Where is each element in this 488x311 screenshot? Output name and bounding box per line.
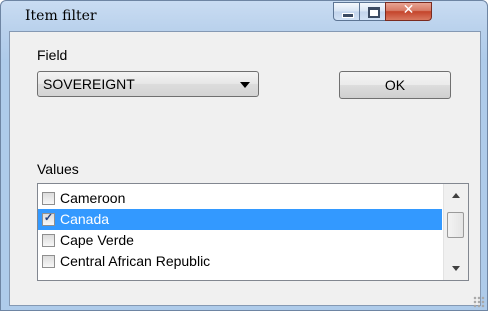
checkbox[interactable] xyxy=(42,234,55,247)
list-item[interactable]: Central African Republic xyxy=(38,251,442,272)
values-listbox[interactable]: Cameroon ✓ Canada Cape Verde Central Afr… xyxy=(37,183,469,281)
scroll-up-icon[interactable] xyxy=(452,193,460,198)
scrollbar-thumb[interactable] xyxy=(447,212,464,238)
field-dropdown[interactable]: SOVEREIGNT xyxy=(37,71,259,97)
list-item[interactable]: Cape Verde xyxy=(38,230,442,251)
list-item-label: Central African Republic xyxy=(60,253,211,269)
chevron-down-icon xyxy=(240,82,250,88)
values-label: Values xyxy=(37,161,79,177)
maximize-icon xyxy=(368,7,380,18)
window-title: Item filter xyxy=(25,8,97,24)
checkbox[interactable] xyxy=(42,255,55,268)
close-button[interactable]: ✕ xyxy=(385,2,432,21)
list-item-label: Canada xyxy=(60,211,110,227)
list-item[interactable]: ✓ Canada xyxy=(38,209,442,230)
list-item[interactable]: Cameroon xyxy=(38,188,442,209)
resize-grip[interactable] xyxy=(473,296,485,308)
field-label: Field xyxy=(37,47,68,63)
checkmark-icon: ✓ xyxy=(43,212,54,224)
list-item-label: Cape Verde xyxy=(60,232,134,248)
maximize-button[interactable] xyxy=(359,2,386,21)
close-icon: ✕ xyxy=(402,2,415,18)
field-dropdown-value: SOVEREIGNT xyxy=(43,76,135,92)
title-bar[interactable]: Item filter ✕ xyxy=(1,1,487,31)
item-filter-dialog: Item filter ✕ Field SOVEREIGNT OK Values… xyxy=(0,0,488,311)
scroll-down-icon[interactable] xyxy=(452,266,460,271)
checkbox[interactable] xyxy=(42,192,55,205)
vertical-scrollbar[interactable] xyxy=(443,184,468,280)
minimize-button[interactable] xyxy=(333,2,360,21)
minimize-icon xyxy=(342,13,354,18)
checkbox[interactable]: ✓ xyxy=(42,212,55,226)
ok-button[interactable]: OK xyxy=(339,71,451,99)
list-item-label: Cameroon xyxy=(60,190,126,206)
